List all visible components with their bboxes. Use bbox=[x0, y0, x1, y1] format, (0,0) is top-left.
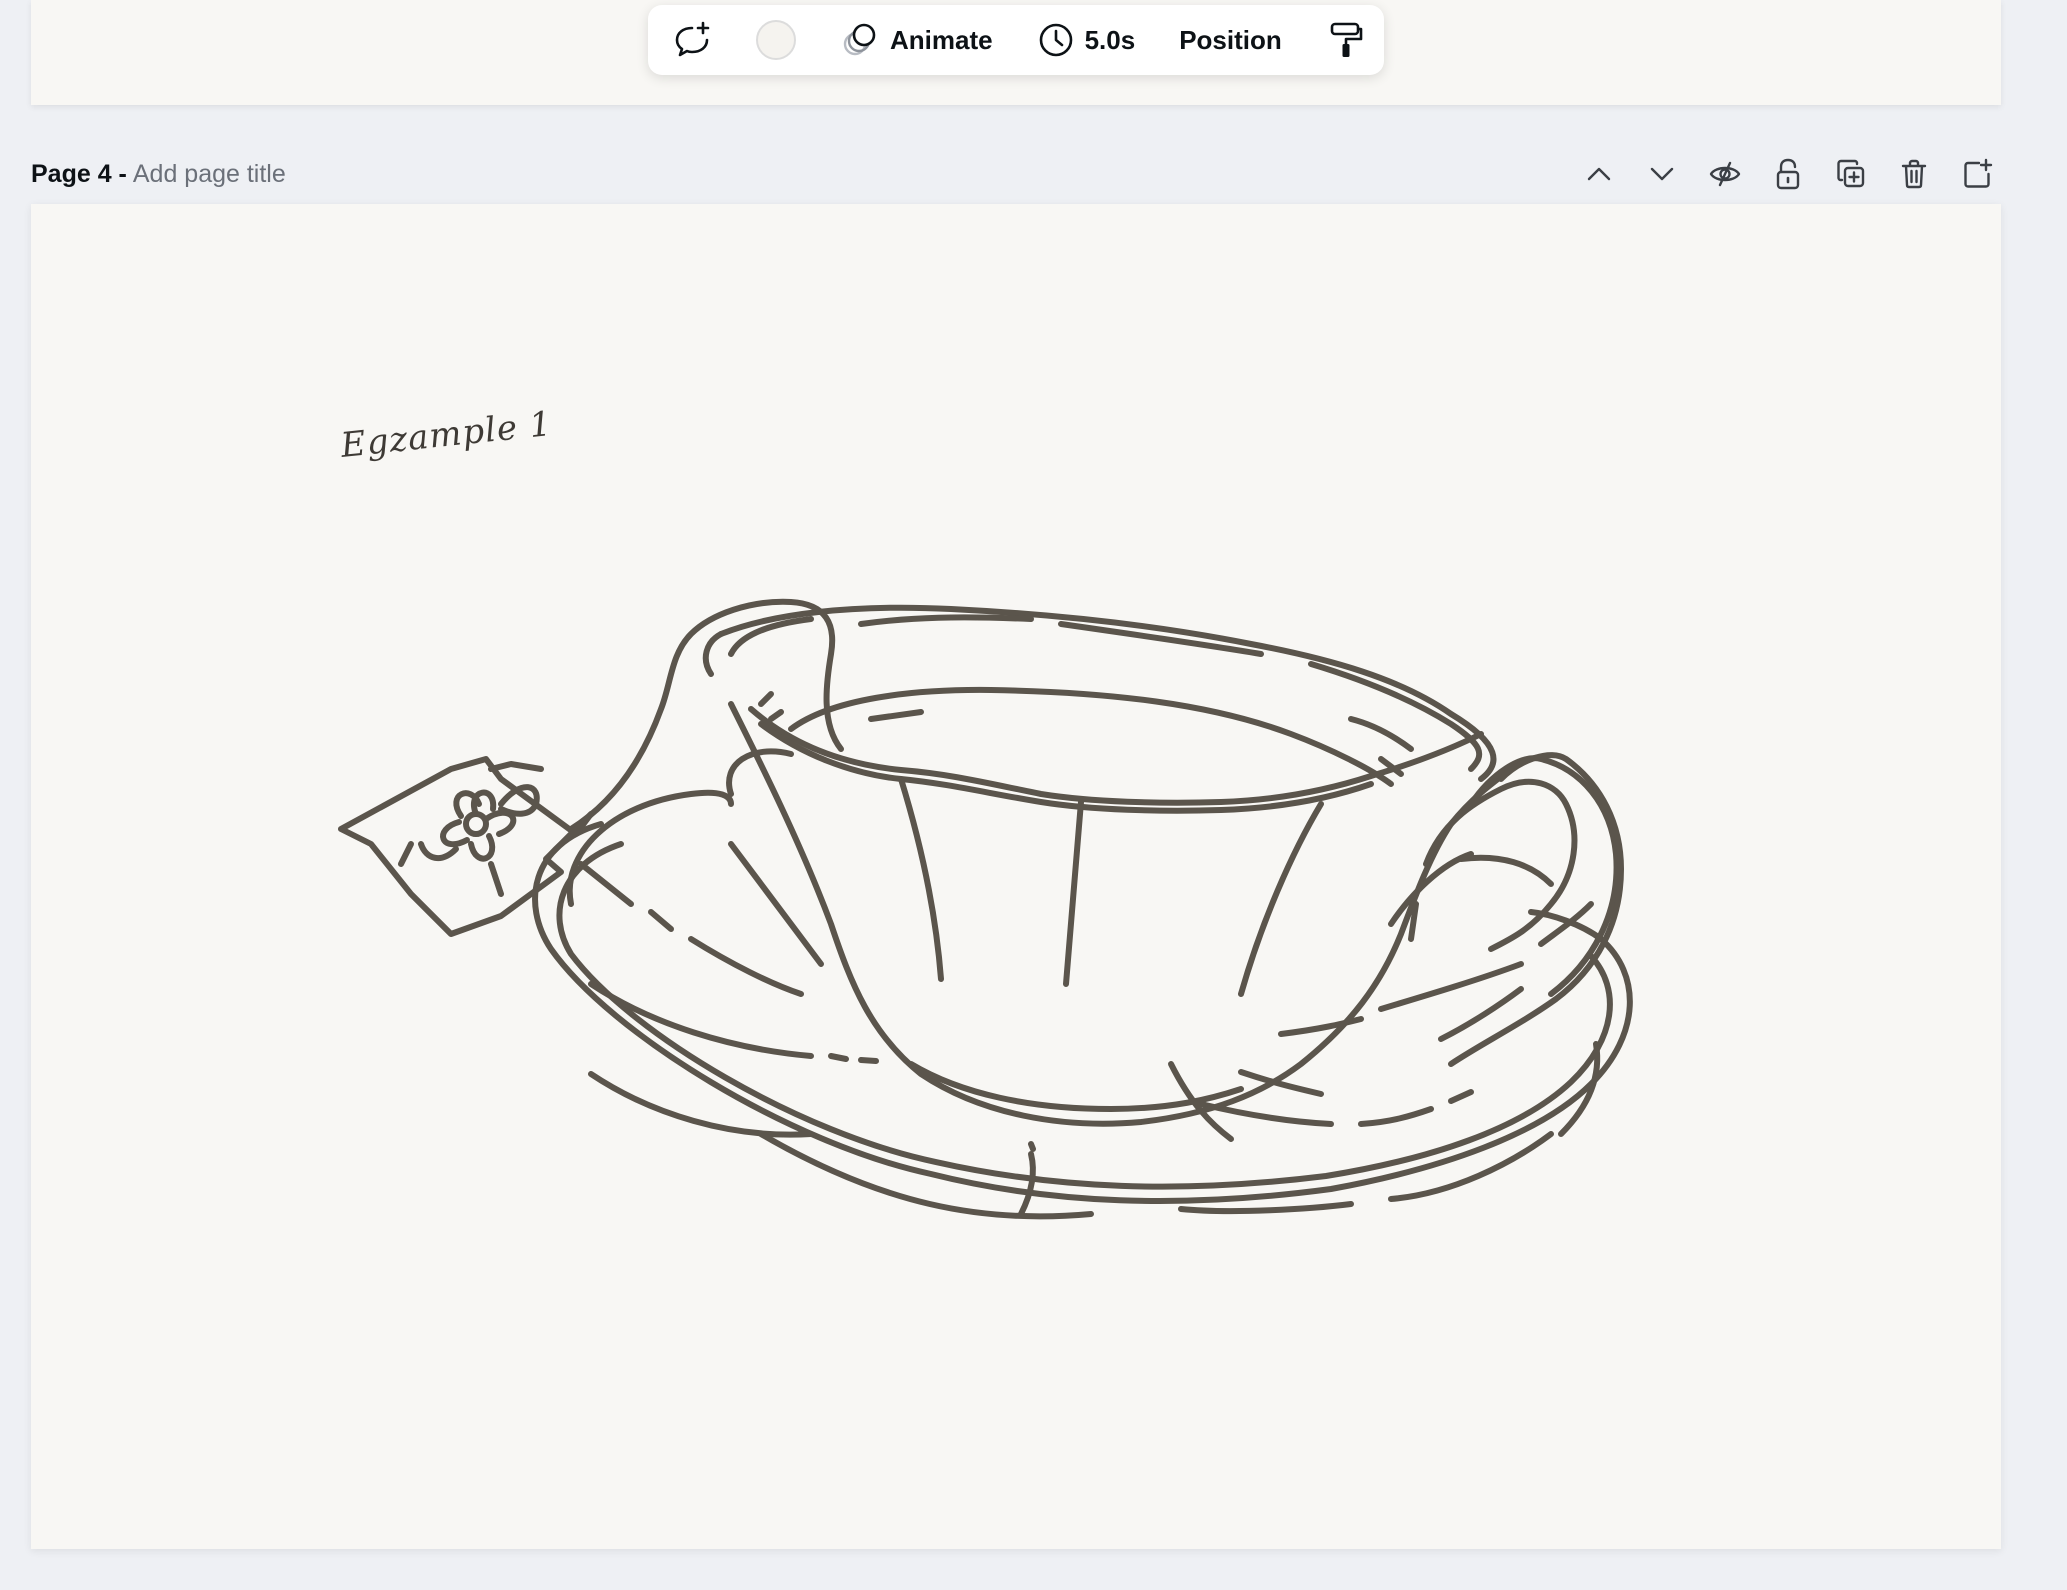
position-button[interactable]: Position bbox=[1171, 13, 1290, 67]
animate-button[interactable]: Animate bbox=[832, 13, 1001, 67]
duration-label: 5.0s bbox=[1084, 24, 1136, 55]
duplicate-page-button[interactable] bbox=[1827, 152, 1875, 196]
lock-page-button[interactable] bbox=[1764, 152, 1812, 196]
add-comment-button[interactable] bbox=[664, 13, 720, 67]
add-page-button[interactable] bbox=[1953, 152, 2001, 196]
chevron-up-icon bbox=[1587, 167, 1611, 181]
copy-style-button[interactable] bbox=[1318, 13, 1374, 67]
duration-button[interactable]: 5.0s bbox=[1029, 13, 1144, 67]
move-page-down-button[interactable] bbox=[1638, 152, 1686, 196]
color-picker-button[interactable] bbox=[748, 13, 804, 67]
page-header: Page 4 - Add page title bbox=[31, 152, 2001, 196]
animate-icon bbox=[843, 23, 876, 56]
page-number-label: Page 4 - bbox=[31, 159, 127, 188]
position-label: Position bbox=[1179, 24, 1282, 55]
delete-page-button[interactable] bbox=[1890, 152, 1938, 196]
paint-roller-icon bbox=[1330, 22, 1363, 57]
unlock-icon bbox=[1776, 158, 1800, 190]
comment-plus-icon bbox=[675, 21, 710, 57]
eye-slash-icon bbox=[1709, 161, 1741, 187]
page-title-input[interactable]: Add page title bbox=[133, 160, 286, 189]
hide-page-button[interactable] bbox=[1701, 152, 1749, 196]
page-actions bbox=[1560, 152, 2001, 196]
chevron-down-icon bbox=[1650, 167, 1674, 181]
teacup-illustration[interactable] bbox=[31, 204, 2001, 1549]
animate-label: Animate bbox=[890, 24, 993, 55]
color-swatch bbox=[756, 20, 796, 60]
move-page-up-button[interactable] bbox=[1575, 152, 1623, 196]
add-page-icon bbox=[1964, 158, 1993, 188]
page-canvas[interactable]: Egzample 1 bbox=[31, 204, 2001, 1549]
clock-icon bbox=[1039, 23, 1072, 57]
duplicate-icon bbox=[1837, 159, 1865, 188]
element-toolbar: Animate 5.0s Position bbox=[648, 5, 1384, 75]
trash-icon bbox=[1901, 159, 1927, 189]
